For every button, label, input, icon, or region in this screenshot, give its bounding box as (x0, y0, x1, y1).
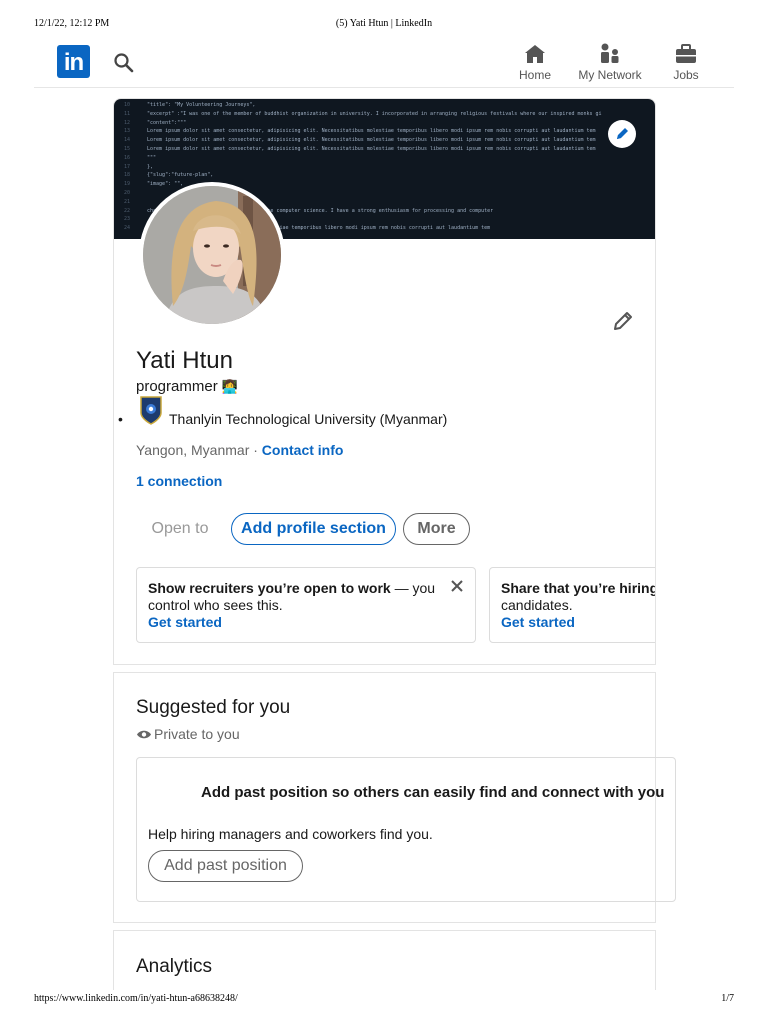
profile-location: Yangon, Myanmar · Contact info (136, 442, 343, 458)
pencil-icon (614, 312, 632, 330)
suggested-card: Suggested for you Private to you Add pas… (113, 672, 676, 923)
line-number: 12 (124, 119, 131, 126)
school-logo-icon (139, 395, 163, 425)
code-text: "image": "", (144, 181, 184, 188)
nav-jobs[interactable]: Jobs (664, 42, 708, 84)
edit-intro-button[interactable] (611, 309, 635, 333)
code-text: "content":""" (144, 119, 187, 126)
nav-home-label: Home (518, 68, 551, 82)
past-position-heading: Add past position so others can easily f… (201, 784, 665, 801)
search-icon[interactable] (112, 51, 136, 75)
hiring-card: Share that you’re hiring and attract qua… (489, 567, 656, 643)
print-url: https://www.linkedin.com/in/yati-htun-a6… (34, 993, 238, 1004)
past-position-subtext: Help hiring managers and coworkers find … (148, 826, 433, 842)
headline-text: programmer (136, 378, 218, 395)
add-profile-section-button[interactable]: Add profile section (231, 513, 396, 545)
connections-link[interactable]: 1 connection (136, 473, 222, 489)
code-text: }, (144, 163, 154, 170)
eye-icon (136, 727, 152, 739)
code-text: """ (144, 154, 157, 161)
private-label: Private to you (136, 726, 240, 742)
promo-text: Show recruiters you’re open to work — yo… (148, 580, 448, 614)
code-line: 18 {"slug":"future-plan", (124, 172, 213, 180)
line-number: 15 (124, 146, 131, 152)
code-line: 19 "image": "", (124, 181, 183, 189)
avatar[interactable] (139, 182, 285, 328)
line-number: 16 (124, 154, 131, 161)
analytics-card: Analytics (113, 930, 656, 990)
line-number: 23 (124, 216, 131, 223)
code-line: 14 Lorem ipsum dolor sit amet consectetu… (124, 137, 596, 145)
code-text: {"slug":"future-plan", (144, 172, 214, 179)
linkedin-logo[interactable]: in (57, 45, 90, 78)
nav-my-network[interactable]: My Network (574, 42, 646, 84)
line-number: 10 (124, 102, 131, 108)
close-icon[interactable] (448, 577, 466, 595)
line-number: 14 (124, 137, 131, 144)
line-number: 22 (124, 207, 131, 214)
nav-jobs-label: Jobs (673, 68, 699, 82)
school-name: Thanlyin Technological University (Myanm… (169, 411, 448, 427)
edit-banner-button[interactable] (608, 120, 636, 148)
line-number: 18 (124, 172, 131, 179)
contact-info-link[interactable]: Contact info (262, 442, 344, 458)
get-started-link[interactable]: Get started (501, 614, 575, 630)
promo-text: Share that you’re hiring and attract qua… (501, 580, 656, 614)
add-past-position-button[interactable]: Add past position (148, 850, 303, 882)
code-line: 15 Lorem ipsum dolor sit amet consectetu… (124, 146, 596, 154)
nav-network-label: My Network (578, 68, 642, 82)
code-text: Lorem ipsum dolor sit amet consectetur, … (144, 128, 596, 135)
get-started-link[interactable]: Get started (148, 614, 222, 630)
briefcase-icon (674, 42, 698, 66)
line-number: 11 (124, 110, 131, 117)
print-title: (5) Yati Htun | LinkedIn (335, 18, 433, 29)
code-text: Lorem ipsum dolor sit amet consectetur, … (144, 146, 596, 152)
profile-card: 10 "title": "My Volunteering Journeys", 1… (113, 98, 656, 665)
top-nav: in Home My Network Jobs (34, 38, 734, 88)
open-to-work-card: Show recruiters you’re open to work — yo… (136, 567, 476, 643)
code-line: 21 (124, 199, 144, 207)
code-line: 12 "content":""" (124, 120, 186, 128)
line-number: 24 (124, 225, 131, 232)
pencil-icon (617, 128, 628, 139)
code-line: 23 (124, 216, 144, 224)
line-number: 19 (124, 181, 131, 188)
list-bullet: • (118, 411, 123, 427)
code-text: "title": "My Volunteering Journeys", (144, 102, 256, 108)
technologist-emoji: 👩‍💻 (221, 379, 239, 394)
code-line: 13 Lorem ipsum dolor sit amet consectetu… (124, 128, 596, 136)
network-icon (598, 42, 622, 66)
add-past-position-card: Add past position so others can easily f… (136, 757, 676, 902)
line-number: 17 (124, 163, 131, 170)
more-button[interactable]: More (403, 513, 470, 545)
analytics-title: Analytics (136, 956, 213, 977)
code-line: 10 "title": "My Volunteering Journeys", (124, 102, 255, 110)
home-icon (523, 42, 547, 66)
open-to-button[interactable]: Open to (136, 512, 224, 546)
code-line: 20 (124, 190, 144, 198)
code-line: 16 """ (124, 155, 156, 163)
profile-name: Yati Htun (136, 347, 233, 374)
nav-home[interactable]: Home (510, 42, 560, 84)
code-line: 17 }, (124, 164, 153, 172)
print-page-number: 1/7 (721, 993, 734, 1004)
code-line: 11 "excerpt" :"I was one of the member o… (124, 111, 602, 119)
location-text: Yangon, Myanmar · (136, 442, 262, 458)
promo-bold: Show recruiters you’re open to work (148, 580, 391, 596)
line-number: 13 (124, 128, 131, 135)
promo-bold: Share that you’re hiring (501, 580, 656, 596)
private-text: Private to you (154, 726, 240, 742)
line-number: 21 (124, 198, 131, 205)
profile-headline: programmer 👩‍💻 (136, 378, 238, 395)
code-text: "excerpt" :"I was one of the member of b… (144, 110, 602, 117)
line-number: 20 (124, 190, 131, 196)
suggested-title: Suggested for you (136, 697, 291, 718)
code-text: Lorem ipsum dolor sit amet consectetur, … (144, 137, 596, 144)
